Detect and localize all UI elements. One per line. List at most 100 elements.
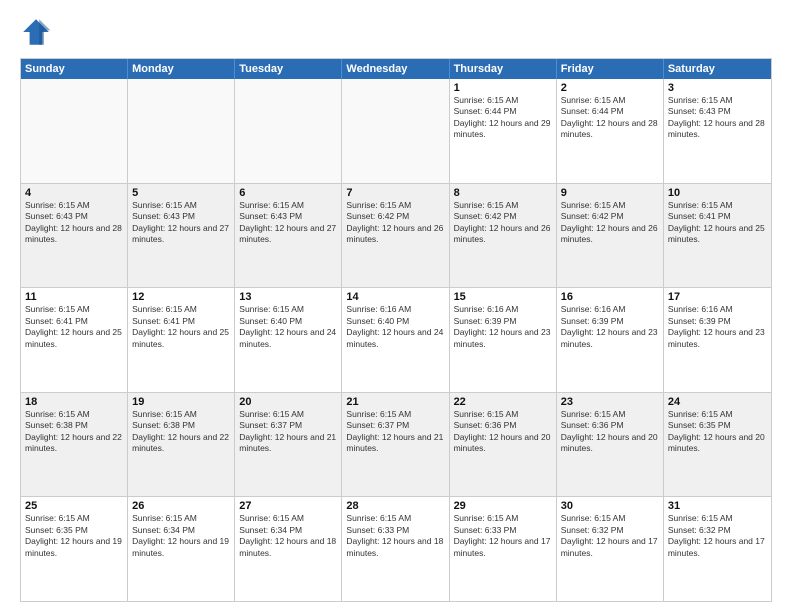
calendar-cell: 16Sunrise: 6:16 AMSunset: 6:39 PMDayligh… <box>557 288 664 392</box>
header-day-wednesday: Wednesday <box>342 59 449 79</box>
calendar-cell: 8Sunrise: 6:15 AMSunset: 6:42 PMDaylight… <box>450 184 557 288</box>
day-number: 10 <box>668 187 767 199</box>
cell-details: Sunrise: 6:15 AMSunset: 6:43 PMDaylight:… <box>668 95 767 141</box>
header-day-monday: Monday <box>128 59 235 79</box>
calendar-cell: 31Sunrise: 6:15 AMSunset: 6:32 PMDayligh… <box>664 497 771 601</box>
cell-details: Sunrise: 6:15 AMSunset: 6:36 PMDaylight:… <box>561 409 659 455</box>
calendar-cell: 25Sunrise: 6:15 AMSunset: 6:35 PMDayligh… <box>21 497 128 601</box>
calendar-row-2: 11Sunrise: 6:15 AMSunset: 6:41 PMDayligh… <box>21 288 771 393</box>
cell-details: Sunrise: 6:15 AMSunset: 6:33 PMDaylight:… <box>454 513 552 559</box>
cell-details: Sunrise: 6:15 AMSunset: 6:42 PMDaylight:… <box>454 200 552 246</box>
day-number: 4 <box>25 187 123 199</box>
calendar-cell <box>235 79 342 183</box>
day-number: 13 <box>239 291 337 303</box>
header <box>20 16 772 48</box>
day-number: 8 <box>454 187 552 199</box>
cell-details: Sunrise: 6:15 AMSunset: 6:35 PMDaylight:… <box>25 513 123 559</box>
cell-details: Sunrise: 6:15 AMSunset: 6:43 PMDaylight:… <box>132 200 230 246</box>
cell-details: Sunrise: 6:16 AMSunset: 6:39 PMDaylight:… <box>561 304 659 350</box>
calendar-header: SundayMondayTuesdayWednesdayThursdayFrid… <box>21 59 771 79</box>
calendar-row-1: 4Sunrise: 6:15 AMSunset: 6:43 PMDaylight… <box>21 184 771 289</box>
calendar-cell: 20Sunrise: 6:15 AMSunset: 6:37 PMDayligh… <box>235 393 342 497</box>
calendar: SundayMondayTuesdayWednesdayThursdayFrid… <box>20 58 772 602</box>
calendar-cell: 5Sunrise: 6:15 AMSunset: 6:43 PMDaylight… <box>128 184 235 288</box>
day-number: 19 <box>132 396 230 408</box>
cell-details: Sunrise: 6:15 AMSunset: 6:42 PMDaylight:… <box>561 200 659 246</box>
calendar-cell: 26Sunrise: 6:15 AMSunset: 6:34 PMDayligh… <box>128 497 235 601</box>
calendar-cell <box>128 79 235 183</box>
cell-details: Sunrise: 6:15 AMSunset: 6:38 PMDaylight:… <box>25 409 123 455</box>
calendar-cell: 12Sunrise: 6:15 AMSunset: 6:41 PMDayligh… <box>128 288 235 392</box>
cell-details: Sunrise: 6:15 AMSunset: 6:36 PMDaylight:… <box>454 409 552 455</box>
calendar-cell: 27Sunrise: 6:15 AMSunset: 6:34 PMDayligh… <box>235 497 342 601</box>
cell-details: Sunrise: 6:15 AMSunset: 6:40 PMDaylight:… <box>239 304 337 350</box>
day-number: 22 <box>454 396 552 408</box>
cell-details: Sunrise: 6:15 AMSunset: 6:44 PMDaylight:… <box>561 95 659 141</box>
calendar-cell: 13Sunrise: 6:15 AMSunset: 6:40 PMDayligh… <box>235 288 342 392</box>
cell-details: Sunrise: 6:15 AMSunset: 6:37 PMDaylight:… <box>346 409 444 455</box>
header-day-friday: Friday <box>557 59 664 79</box>
calendar-cell: 3Sunrise: 6:15 AMSunset: 6:43 PMDaylight… <box>664 79 771 183</box>
calendar-cell: 7Sunrise: 6:15 AMSunset: 6:42 PMDaylight… <box>342 184 449 288</box>
calendar-cell: 29Sunrise: 6:15 AMSunset: 6:33 PMDayligh… <box>450 497 557 601</box>
calendar-row-3: 18Sunrise: 6:15 AMSunset: 6:38 PMDayligh… <box>21 393 771 498</box>
logo <box>20 16 56 48</box>
calendar-cell: 19Sunrise: 6:15 AMSunset: 6:38 PMDayligh… <box>128 393 235 497</box>
calendar-cell <box>21 79 128 183</box>
day-number: 21 <box>346 396 444 408</box>
header-day-sunday: Sunday <box>21 59 128 79</box>
day-number: 2 <box>561 82 659 94</box>
header-day-thursday: Thursday <box>450 59 557 79</box>
cell-details: Sunrise: 6:15 AMSunset: 6:42 PMDaylight:… <box>346 200 444 246</box>
calendar-cell: 14Sunrise: 6:16 AMSunset: 6:40 PMDayligh… <box>342 288 449 392</box>
cell-details: Sunrise: 6:15 AMSunset: 6:35 PMDaylight:… <box>668 409 767 455</box>
calendar-cell: 24Sunrise: 6:15 AMSunset: 6:35 PMDayligh… <box>664 393 771 497</box>
calendar-cell: 17Sunrise: 6:16 AMSunset: 6:39 PMDayligh… <box>664 288 771 392</box>
day-number: 9 <box>561 187 659 199</box>
day-number: 23 <box>561 396 659 408</box>
cell-details: Sunrise: 6:15 AMSunset: 6:43 PMDaylight:… <box>25 200 123 246</box>
calendar-cell: 18Sunrise: 6:15 AMSunset: 6:38 PMDayligh… <box>21 393 128 497</box>
logo-icon <box>20 16 52 48</box>
day-number: 1 <box>454 82 552 94</box>
day-number: 11 <box>25 291 123 303</box>
day-number: 12 <box>132 291 230 303</box>
day-number: 20 <box>239 396 337 408</box>
calendar-cell: 6Sunrise: 6:15 AMSunset: 6:43 PMDaylight… <box>235 184 342 288</box>
calendar-cell: 23Sunrise: 6:15 AMSunset: 6:36 PMDayligh… <box>557 393 664 497</box>
day-number: 7 <box>346 187 444 199</box>
calendar-cell: 22Sunrise: 6:15 AMSunset: 6:36 PMDayligh… <box>450 393 557 497</box>
cell-details: Sunrise: 6:15 AMSunset: 6:34 PMDaylight:… <box>132 513 230 559</box>
calendar-cell: 15Sunrise: 6:16 AMSunset: 6:39 PMDayligh… <box>450 288 557 392</box>
day-number: 18 <box>25 396 123 408</box>
calendar-cell: 28Sunrise: 6:15 AMSunset: 6:33 PMDayligh… <box>342 497 449 601</box>
day-number: 26 <box>132 500 230 512</box>
cell-details: Sunrise: 6:15 AMSunset: 6:34 PMDaylight:… <box>239 513 337 559</box>
cell-details: Sunrise: 6:15 AMSunset: 6:43 PMDaylight:… <box>239 200 337 246</box>
cell-details: Sunrise: 6:15 AMSunset: 6:41 PMDaylight:… <box>132 304 230 350</box>
cell-details: Sunrise: 6:15 AMSunset: 6:41 PMDaylight:… <box>668 200 767 246</box>
day-number: 24 <box>668 396 767 408</box>
cell-details: Sunrise: 6:16 AMSunset: 6:40 PMDaylight:… <box>346 304 444 350</box>
calendar-cell: 30Sunrise: 6:15 AMSunset: 6:32 PMDayligh… <box>557 497 664 601</box>
day-number: 27 <box>239 500 337 512</box>
page: SundayMondayTuesdayWednesdayThursdayFrid… <box>0 0 792 612</box>
day-number: 6 <box>239 187 337 199</box>
day-number: 5 <box>132 187 230 199</box>
cell-details: Sunrise: 6:15 AMSunset: 6:44 PMDaylight:… <box>454 95 552 141</box>
day-number: 15 <box>454 291 552 303</box>
header-day-tuesday: Tuesday <box>235 59 342 79</box>
calendar-cell <box>342 79 449 183</box>
calendar-cell: 4Sunrise: 6:15 AMSunset: 6:43 PMDaylight… <box>21 184 128 288</box>
calendar-row-4: 25Sunrise: 6:15 AMSunset: 6:35 PMDayligh… <box>21 497 771 601</box>
day-number: 31 <box>668 500 767 512</box>
cell-details: Sunrise: 6:15 AMSunset: 6:41 PMDaylight:… <box>25 304 123 350</box>
calendar-cell: 2Sunrise: 6:15 AMSunset: 6:44 PMDaylight… <box>557 79 664 183</box>
cell-details: Sunrise: 6:15 AMSunset: 6:32 PMDaylight:… <box>561 513 659 559</box>
day-number: 3 <box>668 82 767 94</box>
cell-details: Sunrise: 6:16 AMSunset: 6:39 PMDaylight:… <box>668 304 767 350</box>
day-number: 29 <box>454 500 552 512</box>
header-day-saturday: Saturday <box>664 59 771 79</box>
day-number: 14 <box>346 291 444 303</box>
day-number: 30 <box>561 500 659 512</box>
